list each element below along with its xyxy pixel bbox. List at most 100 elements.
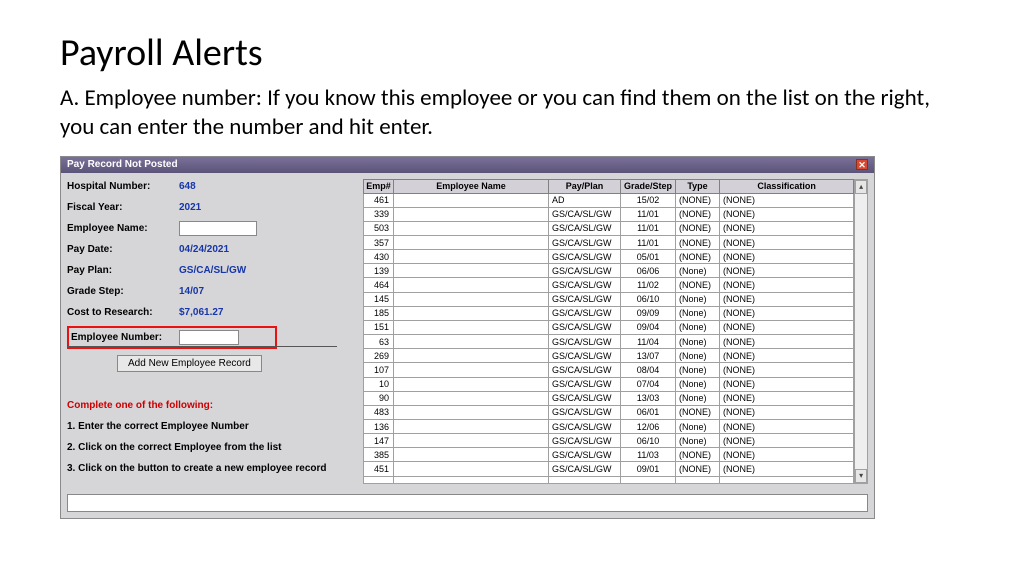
table-row[interactable]: 107GS/CA/SL/GW08/04(None)(NONE) [364,363,854,377]
cell-type: (NONE) [676,448,720,462]
cell-name [394,434,549,448]
table-row[interactable]: 147GS/CA/SL/GW06/10(None)(NONE) [364,434,854,448]
cell-name [394,235,549,249]
cell-type: (None) [676,306,720,320]
col-type[interactable]: Type [676,179,720,193]
table-row[interactable]: 461AD15/02(NONE)(NONE) [364,193,854,207]
cell-emp: 147 [364,434,394,448]
table-row[interactable]: 10GS/CA/SL/GW07/04(None)(NONE) [364,377,854,391]
slide-title: Payroll Alerts [60,30,964,76]
table-row[interactable]: 464GS/CA/SL/GW11/02(NONE)(NONE) [364,278,854,292]
cell-name [394,306,549,320]
table-row[interactable]: 357GS/CA/SL/GW11/01(NONE)(NONE) [364,235,854,249]
table-row[interactable]: 385GS/CA/SL/GW11/03(NONE)(NONE) [364,448,854,462]
pay-record-window: Pay Record Not Posted ✕ Hospital Number:… [60,156,875,519]
cell-gradestep: 05/01 [621,250,676,264]
cell-emp: 10 [364,377,394,391]
cell-emp: 451 [364,462,394,476]
cell-class: (NONE) [720,278,854,292]
cell-name [394,292,549,306]
employee-number-label: Employee Number: [71,332,179,343]
cell-name [394,335,549,349]
table-row[interactable]: 339GS/CA/SL/GW11/01(NONE)(NONE) [364,207,854,221]
cell-emp: 151 [364,320,394,334]
table-row[interactable]: 185GS/CA/SL/GW09/09(None)(NONE) [364,306,854,320]
cell-type: (NONE) [676,405,720,419]
cell-type: (None) [676,320,720,334]
cell-name [394,320,549,334]
cell-plan: AD [549,193,621,207]
table-row[interactable]: 483GS/CA/SL/GW06/01(NONE)(NONE) [364,405,854,419]
col-plan[interactable]: Pay/Plan [549,179,621,193]
hospital-number-label: Hospital Number: [67,181,179,192]
cell-name [394,420,549,434]
cell-type: (NONE) [676,193,720,207]
close-icon[interactable]: ✕ [856,159,868,170]
col-class[interactable]: Classification [720,179,854,193]
cell-plan: GS/CA/SL/GW [549,391,621,405]
cell-class: (NONE) [720,292,854,306]
cell-plan: GS/CA/SL/GW [549,235,621,249]
cell-name [394,278,549,292]
scroll-up-icon[interactable]: ▴ [855,180,867,194]
scroll-down-icon[interactable]: ▾ [855,469,867,483]
cell-plan: GS/CA/SL/GW [549,434,621,448]
table-row[interactable]: 139GS/CA/SL/GW06/06(None)(NONE) [364,264,854,278]
employee-number-field[interactable] [179,330,239,345]
grid-scrollbar[interactable]: ▴ ▾ [854,179,868,484]
cell-gradestep: 11/01 [621,221,676,235]
cell-name [394,363,549,377]
cell-plan: GS/CA/SL/GW [549,377,621,391]
employee-grid[interactable]: Emp# Employee Name Pay/Plan Grade/Step T… [363,179,854,484]
cell-name [394,405,549,419]
cell-emp: 357 [364,235,394,249]
employee-name-label: Employee Name: [67,223,179,234]
table-row[interactable]: 451GS/CA/SL/GW09/01(NONE)(NONE) [364,462,854,476]
cell-type: (NONE) [676,235,720,249]
window-titlebar[interactable]: Pay Record Not Posted ✕ [61,157,874,173]
cell-name [394,349,549,363]
cell-type: (None) [676,292,720,306]
cell-gradestep: 06/01 [621,405,676,419]
cell-class: (NONE) [720,193,854,207]
cell-class: (NONE) [720,221,854,235]
cell-plan: GS/CA/SL/GW [549,207,621,221]
cell-class: (NONE) [720,462,854,476]
col-name[interactable]: Employee Name [394,179,549,193]
table-row[interactable]: 151GS/CA/SL/GW09/04(None)(NONE) [364,320,854,334]
cell-class: (NONE) [720,420,854,434]
cell-name [394,193,549,207]
col-gradestep[interactable]: Grade/Step [621,179,676,193]
cell-type: (NONE) [676,207,720,221]
window-title: Pay Record Not Posted [67,159,178,170]
cell-class: (NONE) [720,363,854,377]
cell-class: (NONE) [720,335,854,349]
table-row[interactable]: 90GS/CA/SL/GW13/03(None)(NONE) [364,391,854,405]
cell-plan: GS/CA/SL/GW [549,420,621,434]
employee-name-field[interactable] [179,221,257,236]
cell-type: (None) [676,377,720,391]
cell-plan: GS/CA/SL/GW [549,292,621,306]
table-row[interactable]: 269GS/CA/SL/GW13/07(None)(NONE) [364,349,854,363]
cell-gradestep: 06/10 [621,434,676,448]
cell-emp: 63 [364,335,394,349]
add-employee-button[interactable]: Add New Employee Record [117,355,262,372]
cell-type: (None) [676,391,720,405]
cell-class: (NONE) [720,207,854,221]
bottom-text-field[interactable] [67,494,868,512]
cell-emp: 503 [364,221,394,235]
cell-name [394,207,549,221]
divider [67,346,337,347]
table-row[interactable]: 136GS/CA/SL/GW12/06(None)(NONE) [364,420,854,434]
scroll-track[interactable] [855,194,867,469]
table-row[interactable]: 430GS/CA/SL/GW05/01(NONE)(NONE) [364,250,854,264]
table-row[interactable]: 145GS/CA/SL/GW06/10(None)(NONE) [364,292,854,306]
cell-plan: GS/CA/SL/GW [549,462,621,476]
slide-body: A. Employee number: If you know this emp… [60,84,964,142]
col-emp[interactable]: Emp# [364,179,394,193]
table-row[interactable]: 63GS/CA/SL/GW11/04(None)(NONE) [364,335,854,349]
cell-class: (NONE) [720,377,854,391]
hospital-number-value: 648 [179,181,196,192]
table-row[interactable]: 503GS/CA/SL/GW11/01(NONE)(NONE) [364,221,854,235]
pay-plan-value: GS/CA/SL/GW [179,265,246,276]
